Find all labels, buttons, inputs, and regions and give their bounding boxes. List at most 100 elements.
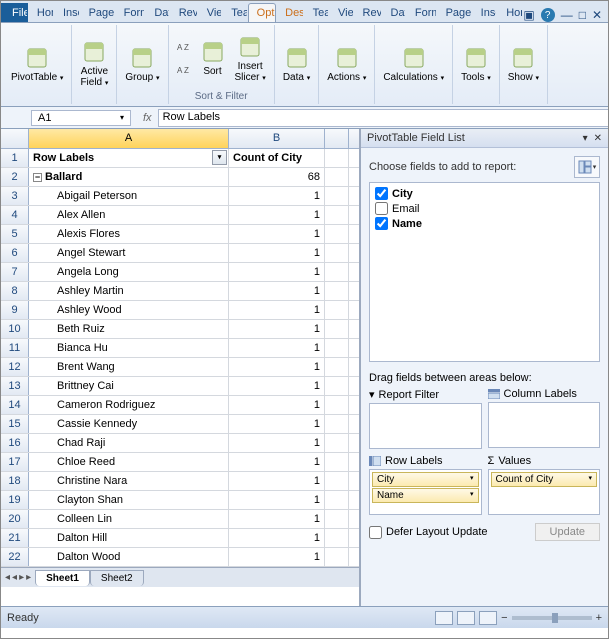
defer-update-checkbox[interactable] [369, 526, 382, 539]
values-dropzone[interactable]: Count of City [488, 469, 601, 515]
collapse-icon[interactable]: − [33, 173, 42, 182]
row-header[interactable]: 20 [1, 510, 29, 528]
area-item-name[interactable]: Name [372, 488, 479, 503]
tools-button[interactable]: Tools ▾ [457, 44, 495, 85]
select-all-corner[interactable] [1, 129, 29, 148]
view-normal-button[interactable] [435, 611, 453, 625]
tab-options[interactable]: Options [248, 3, 276, 22]
view-page-break-button[interactable] [479, 611, 497, 625]
update-button[interactable]: Update [535, 523, 600, 541]
name-cell: Cassie Kennedy [29, 415, 229, 433]
field-checkbox-city[interactable] [375, 187, 388, 200]
sheet-nav[interactable]: ◂◂▸▸ [1, 572, 35, 583]
row-header[interactable]: 15 [1, 415, 29, 433]
tab-review[interactable]: Review [170, 3, 198, 22]
cell [325, 510, 349, 528]
area-label: Values [498, 455, 531, 467]
row-header[interactable]: 11 [1, 339, 29, 357]
row-header[interactable]: 5 [1, 225, 29, 243]
row-labels-header[interactable]: Row Labels▾ [29, 149, 229, 167]
insert-slicer-button[interactable]: InsertSlicer ▾ [231, 33, 270, 85]
fx-icon[interactable]: fx [137, 112, 158, 124]
row-header[interactable]: 2 [1, 168, 29, 186]
tab-page-layout[interactable]: Page Layout [80, 3, 115, 22]
cell [325, 453, 349, 471]
row-header[interactable]: 12 [1, 358, 29, 376]
tab-data[interactable]: Data [145, 3, 169, 22]
field-checkbox-name[interactable] [375, 217, 388, 230]
tab-view[interactable]: View [198, 3, 223, 22]
sort-az-button[interactable]: AZ [173, 36, 195, 58]
row-header[interactable]: 9 [1, 301, 29, 319]
actions-button[interactable]: Actions ▾ [323, 44, 370, 85]
tab-design[interactable]: Design [276, 3, 303, 22]
tab-formulas[interactable]: Formulas [115, 3, 146, 22]
tab-insert[interactable]: Insert [54, 3, 80, 22]
report-filter-dropzone[interactable] [369, 403, 482, 449]
row-header[interactable]: 3 [1, 187, 29, 205]
window-restore-icon[interactable]: □ [579, 8, 586, 22]
row-header[interactable]: 16 [1, 434, 29, 452]
tab-page-layout[interactable]: Page Layout [437, 3, 472, 22]
tab-home[interactable]: Home [28, 3, 54, 22]
row-header[interactable]: 18 [1, 472, 29, 490]
count-cell: 1 [229, 377, 325, 395]
group-button[interactable]: Group ▾ [121, 44, 163, 85]
sheet-tab-other[interactable]: Sheet2 [90, 570, 144, 586]
active-field-button[interactable]: ActiveField ▾ [76, 38, 112, 90]
zoom-slider[interactable] [512, 616, 592, 620]
sort-za-button[interactable]: AZ [173, 59, 195, 81]
column-header-B[interactable]: B [229, 129, 325, 148]
row-header[interactable]: 19 [1, 491, 29, 509]
row-labels-dropzone[interactable]: CityName [369, 469, 482, 515]
tab-file[interactable]: File [1, 3, 28, 22]
formula-input[interactable]: Row Labels [158, 109, 608, 127]
column-header-extra[interactable] [325, 129, 349, 148]
column-header-A[interactable]: A [29, 129, 229, 148]
row-header[interactable]: 4 [1, 206, 29, 224]
zoom-out-icon[interactable]: − [501, 612, 507, 624]
row-header[interactable]: 17 [1, 453, 29, 471]
pivottable-button[interactable]: PivotTable ▾ [7, 44, 67, 85]
data-button[interactable]: Data ▾ [279, 44, 314, 85]
row-header[interactable]: 8 [1, 282, 29, 300]
show-button[interactable]: Show ▾ [504, 44, 543, 85]
row-header[interactable]: 22 [1, 548, 29, 566]
row-header[interactable]: 1 [1, 149, 29, 167]
name-box[interactable]: A1 ▾ [31, 110, 131, 126]
tab-review[interactable]: Review [354, 3, 382, 22]
defer-update-label: Defer Layout Update [386, 526, 488, 538]
chevron-down-icon[interactable]: ▾ [120, 113, 124, 122]
area-item-city[interactable]: City [372, 472, 479, 487]
tab-formulas[interactable]: Formulas [406, 3, 437, 22]
filter-dropdown-icon[interactable]: ▾ [212, 150, 227, 165]
area-item-count-of-city[interactable]: Count of City [491, 472, 598, 487]
window-minimize-icon[interactable]: — [561, 8, 573, 22]
tab-home[interactable]: Home [497, 3, 523, 22]
minimize-ribbon-icon[interactable]: ▣ [523, 8, 534, 22]
help-icon[interactable]: ? [541, 8, 555, 22]
row-header[interactable]: 10 [1, 320, 29, 338]
layout-options-button[interactable]: ▾ [574, 156, 600, 178]
tab-team[interactable]: Team [222, 3, 247, 22]
row-header[interactable]: 7 [1, 263, 29, 281]
close-icon[interactable]: ✕ [594, 133, 602, 144]
window-close-icon[interactable]: ✕ [592, 8, 602, 22]
tab-view[interactable]: View [329, 3, 354, 22]
row-header[interactable]: 13 [1, 377, 29, 395]
tab-team[interactable]: Team [304, 3, 329, 22]
row-header[interactable]: 6 [1, 244, 29, 262]
tab-insert[interactable]: Insert [472, 3, 498, 22]
field-checkbox-email[interactable] [375, 202, 388, 215]
row-header[interactable]: 14 [1, 396, 29, 414]
tab-data[interactable]: Data [382, 3, 406, 22]
chevron-down-icon[interactable]: ▾ [583, 133, 588, 144]
column-labels-dropzone[interactable] [488, 402, 601, 448]
calculations-button[interactable]: Calculations ▾ [379, 44, 448, 85]
row-header[interactable]: 21 [1, 529, 29, 547]
zoom-in-icon[interactable]: + [596, 612, 602, 624]
cell [325, 529, 349, 547]
sheet-tab-active[interactable]: Sheet1 [35, 570, 90, 586]
view-page-layout-button[interactable] [457, 611, 475, 625]
sort-button[interactable]: Sort [197, 38, 229, 79]
